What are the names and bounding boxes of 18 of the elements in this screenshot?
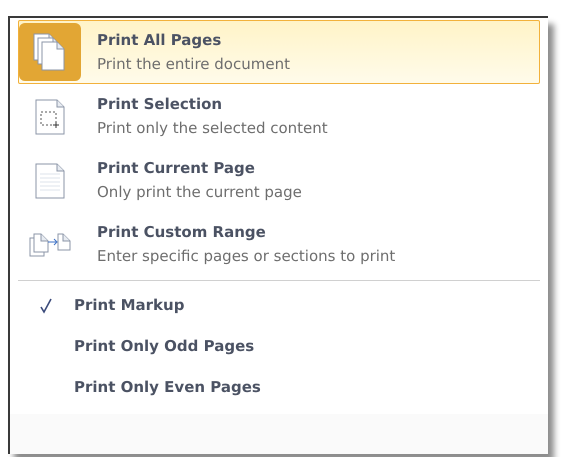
menu-item-title: Print Custom Range [97,223,267,241]
menu-item-description: Enter specific pages or sections to print [97,247,396,265]
menu-item-title: Print All Pages [97,31,222,49]
menu-item-title: Print Current Page [97,159,256,177]
menu-item-title: Print Selection [97,95,224,113]
menu-toggle-item[interactable]: Print Only Even Pages [18,367,540,408]
menu-toggle-item[interactable]: Print Only Odd Pages [18,326,540,367]
menu-item[interactable]: Print Custom Range Enter specific pages or sections to print [18,212,540,276]
menu-toggle-item[interactable]: Print Markup [18,285,540,326]
menu-item-label: Print Only Odd Pages [74,336,254,358]
menu-item[interactable]: Print All Pages Print the entire document [18,20,540,84]
menu-item-label: Print Only Even Pages [74,377,261,398]
menu-item-label: Print Markup [74,295,184,316]
menu-item[interactable]: Print Current Page Only print the current page [18,148,540,212]
menu-item-description: Print only the selected content [97,119,328,137]
menu-item-description: Only print the current page [97,183,302,201]
menu-item[interactable]: Print Selection Print only the selected content [18,84,540,148]
menu-item-description: Print the entire document [97,55,290,73]
